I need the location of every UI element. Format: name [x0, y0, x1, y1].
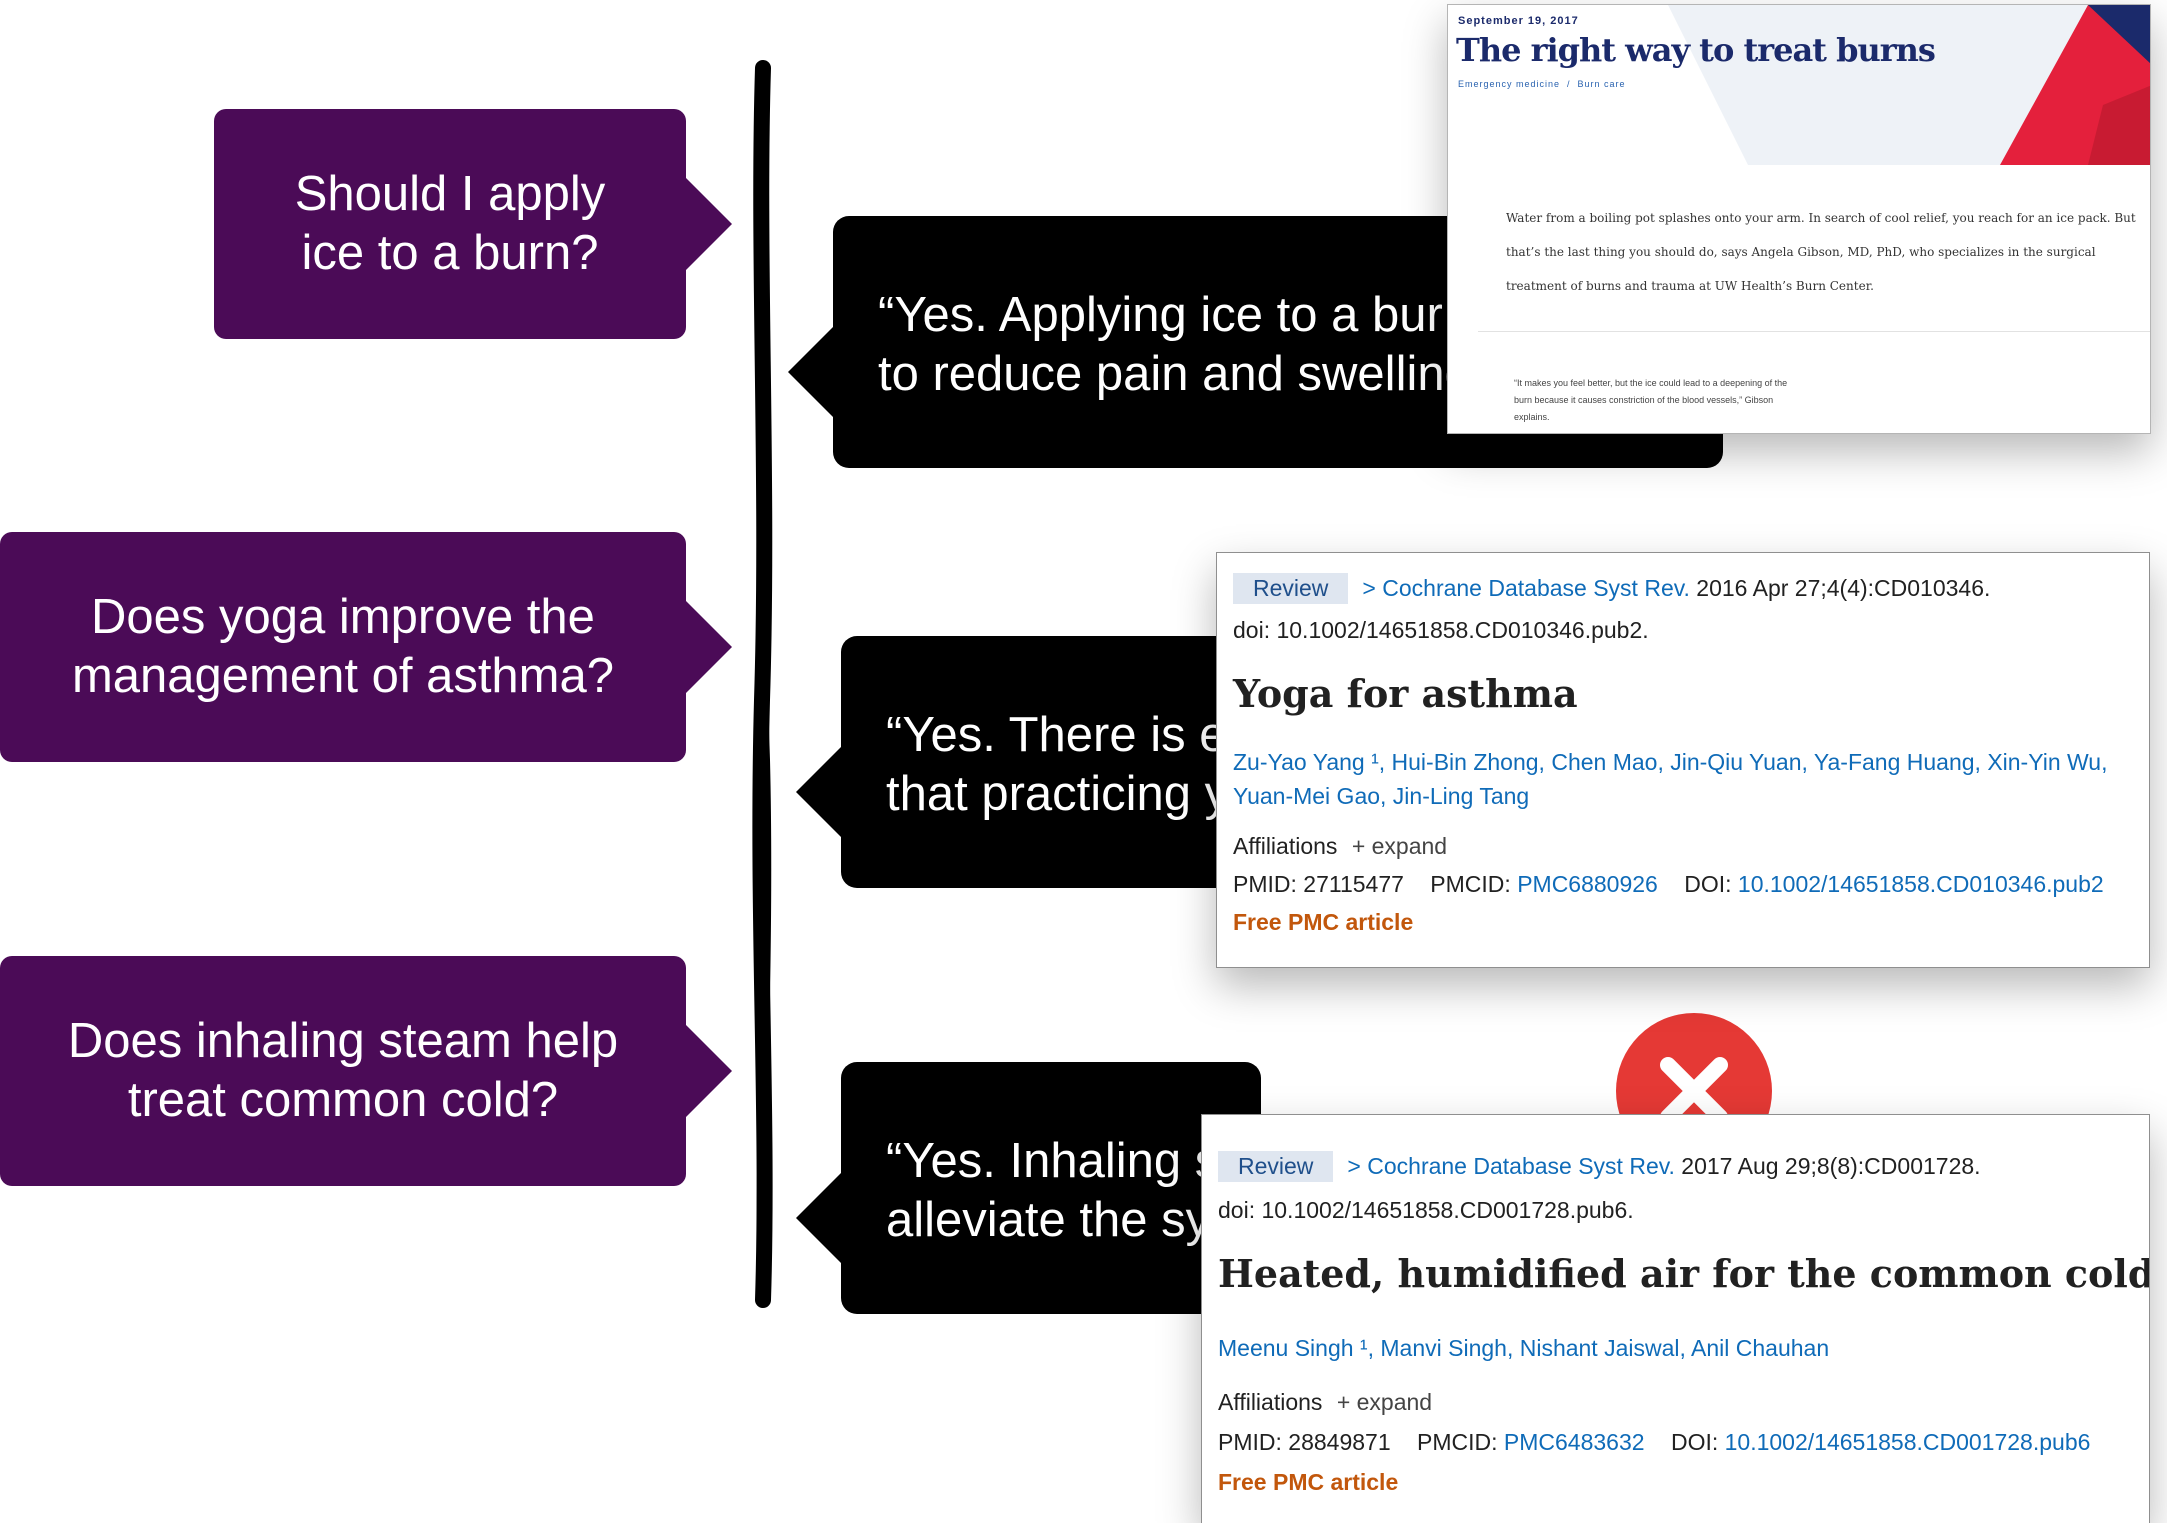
question-bubble-yoga: Does yoga improve the management of asth…: [0, 532, 732, 762]
doi-label: DOI:: [1684, 871, 1738, 897]
article-date: September 19, 2017: [1458, 15, 1579, 27]
pubmed-card-yoga: Review > Cochrane Database Syst Rev. 2016…: [1216, 552, 2150, 968]
article-divider: [1478, 331, 2150, 332]
article-title[interactable]: Heated, humidified air for the common co…: [1218, 1251, 2149, 1296]
doi-link[interactable]: 10.1002/14651858.CD010346.pub2: [1738, 871, 2104, 897]
question-text: Does inhaling steam help treat common co…: [67, 1014, 619, 1127]
pmid-value: 27115477: [1303, 871, 1404, 897]
timeline-line: [752, 60, 773, 1308]
answer-pointer: [796, 746, 842, 838]
expand-button[interactable]: + expand: [1337, 1389, 1432, 1415]
chevron-right-icon: >: [1347, 1153, 1368, 1179]
authors[interactable]: Zu-Yao Yang ¹, Hui-Bin Zhong, Chen Mao, …: [1233, 749, 2107, 776]
article-quote: “It makes you feel better, but the ice c…: [1514, 375, 1787, 426]
pmcid-label: PMCID:: [1417, 1429, 1504, 1455]
article-body: Water from a boiling pot splashes onto y…: [1506, 201, 2136, 303]
doi-line: doi: 10.1002/14651858.CD001728.pub6.: [1218, 1197, 1634, 1223]
doi-label: DOI:: [1670, 1429, 1725, 1455]
doi-link[interactable]: 10.1002/14651858.CD001728.pub6: [1725, 1429, 2091, 1455]
journal-link[interactable]: Cochrane Database Syst Rev.: [1382, 575, 1690, 601]
pmid-value: 28849871: [1288, 1429, 1391, 1455]
journal-link[interactable]: Cochrane Database Syst Rev.: [1367, 1153, 1675, 1179]
authors[interactable]: Meenu Singh ¹, Manvi Singh, Nishant Jais…: [1218, 1335, 1829, 1362]
pubmed-card-cold: Review > Cochrane Database Syst Rev. 2017…: [1201, 1114, 2150, 1523]
affiliations-label: Affiliations: [1218, 1389, 1323, 1415]
answer-pointer: [788, 326, 834, 418]
answer-pointer: [796, 1172, 842, 1264]
article-body-line: that’s the last thing you should do, say…: [1506, 245, 2096, 259]
article-title[interactable]: Yoga for asthma: [1233, 671, 1578, 716]
article-tags[interactable]: Emergency medicine / Burn care: [1458, 79, 1626, 89]
article-quote-line: explains.: [1514, 412, 1550, 422]
chevron-right-icon: >: [1362, 575, 1383, 601]
review-tag: Review: [1218, 1151, 1334, 1182]
answer-bubble-steam: “Yes. Inhaling s alleviate the sy: [841, 1062, 1261, 1314]
question-text: Should I apply ice to a burn?: [294, 167, 606, 280]
article-quote-line: “It makes you feel better, but the ice c…: [1514, 378, 1788, 388]
answer-text: “Yes. Inhaling s alleviate the sy: [886, 1134, 1219, 1247]
pmcid-link[interactable]: PMC6880926: [1517, 871, 1658, 897]
authors[interactable]: Yuan-Mei Gao, Jin-Ling Tang: [1233, 783, 1529, 810]
question-text: Does yoga improve the management of asth…: [71, 590, 615, 703]
answer-text: “Yes. There is e that practicing y: [886, 708, 1229, 821]
burn-article-card: September 19, 2017 The right way to trea…: [1447, 4, 2151, 434]
article-body-line: treatment of burns and trauma at UW Heal…: [1506, 279, 1874, 293]
expand-button[interactable]: + expand: [1352, 833, 1447, 859]
review-tag: Review: [1233, 573, 1349, 604]
free-pmc-article[interactable]: Free PMC article: [1233, 909, 1413, 936]
answer-text: “Yes. Applying ice to a bur to reduce pa…: [878, 288, 1472, 401]
article-quote-line: burn because it causes constriction of t…: [1514, 395, 1774, 405]
answer-bubble-yoga: “Yes. There is e that practicing y: [841, 636, 1261, 888]
doi-line: doi: 10.1002/14651858.CD010346.pub2.: [1233, 617, 1649, 643]
citation: 2016 Apr 27;4(4):CD010346.: [1689, 575, 1991, 601]
pmcid-link[interactable]: PMC6483632: [1504, 1429, 1645, 1455]
question-bubble-steam: Does inhaling steam help treat common co…: [0, 956, 732, 1186]
article-title: The right way to treat burns: [1456, 31, 1936, 69]
affiliations-label: Affiliations: [1233, 833, 1338, 859]
article-body-line: Water from a boiling pot splashes onto y…: [1506, 211, 2136, 225]
pmid-label: PMID:: [1218, 1429, 1289, 1455]
citation: 2017 Aug 29;8(8):CD001728.: [1674, 1153, 1981, 1179]
question-bubble-burn: Should I apply ice to a burn?: [214, 109, 732, 339]
pmid-label: PMID:: [1233, 871, 1304, 897]
pmcid-label: PMCID:: [1430, 871, 1518, 897]
free-pmc-article[interactable]: Free PMC article: [1218, 1469, 1398, 1496]
